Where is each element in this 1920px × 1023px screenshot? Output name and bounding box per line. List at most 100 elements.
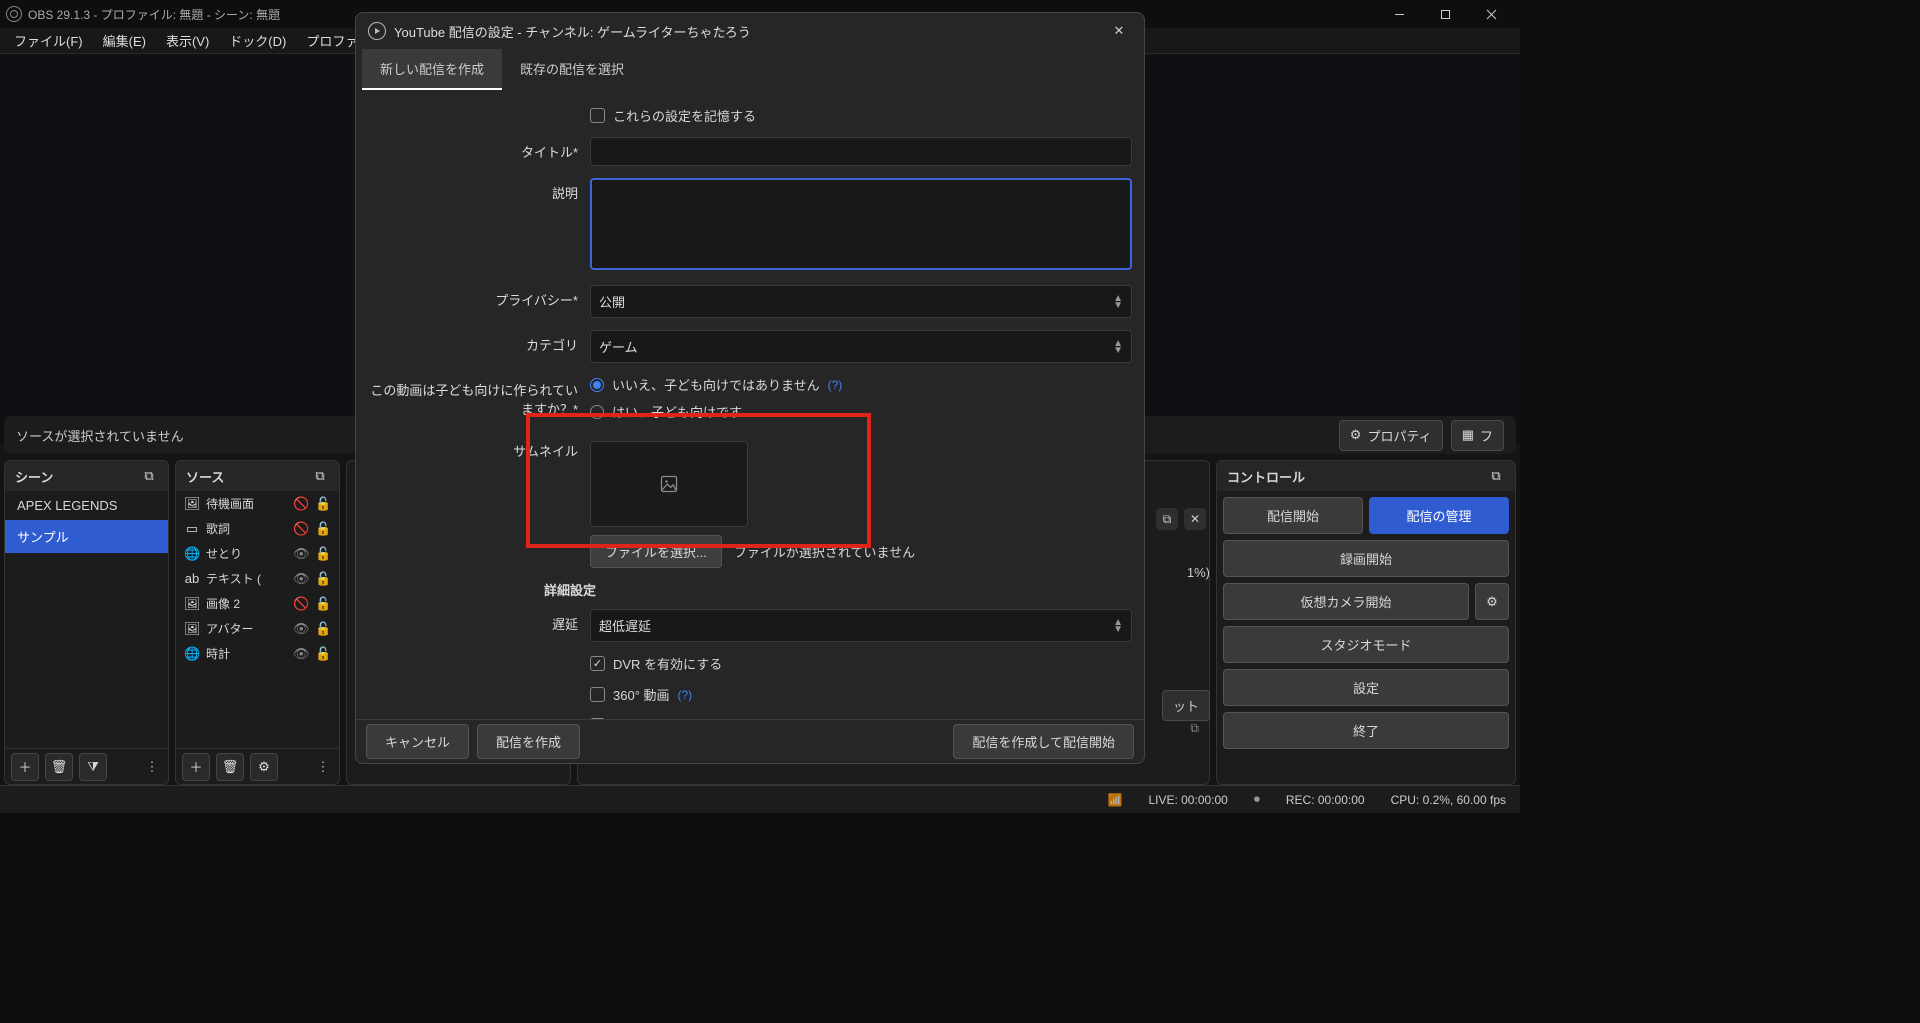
updown-icon: ▲▼	[1113, 340, 1123, 354]
kids-yes-radio[interactable]: はい、子ども向けです	[590, 402, 1132, 421]
studio-mode-button[interactable]: スタジオモード	[1223, 626, 1509, 663]
gear-icon: ⚙	[1350, 427, 1362, 443]
radio-unchecked-icon	[590, 405, 604, 419]
menu-edit[interactable]: 編集(E)	[93, 27, 156, 54]
updown-icon: ▲▼	[1113, 295, 1123, 309]
remember-label: これらの設定を記憶する	[613, 106, 756, 125]
source-item[interactable]: 🌐 せとり 👁 🔓	[176, 541, 339, 566]
add-scene-button[interactable]: ＋	[11, 753, 39, 781]
scenes-dock: シーン⧉ APEX LEGENDS サンプル ＋ 🗑 ⧩ ⋮	[4, 460, 169, 785]
sources-title: ソース	[186, 467, 224, 486]
popout-icon[interactable]: ⧉	[140, 467, 158, 485]
window-close-button[interactable]	[1468, 0, 1514, 28]
delete-scene-button[interactable]: 🗑	[45, 753, 73, 781]
virtual-camera-settings-button[interactable]: ⚙	[1475, 583, 1509, 620]
settings-button[interactable]: 設定	[1223, 669, 1509, 706]
youtube-icon	[368, 22, 386, 40]
visibility-toggle-icon[interactable]: 👁	[293, 621, 309, 637]
choose-file-button[interactable]: ファイルを選択...	[590, 535, 722, 568]
sources-list: 🖼 待機画面 🚫 🔓▭ 歌詞 🚫 🔓🌐 せとり 👁 🔓ab テキスト ( 👁 🔓…	[176, 491, 339, 748]
category-select[interactable]: ゲーム▲▼	[590, 330, 1132, 363]
create-broadcast-button[interactable]: 配信を作成	[477, 724, 580, 759]
source-item[interactable]: 🖼 待機画面 🚫 🔓	[176, 491, 339, 516]
start-streaming-button[interactable]: 配信開始	[1223, 497, 1363, 534]
scene-item[interactable]: APEX LEGENDS	[5, 491, 168, 520]
help-icon[interactable]: (?)	[828, 378, 843, 392]
source-item[interactable]: 🌐 時計 👁 🔓	[176, 641, 339, 666]
manage-stream-button[interactable]: 配信の管理	[1369, 497, 1509, 534]
source-more-button[interactable]: ⋮	[313, 753, 333, 781]
privacy-select[interactable]: 公開▲▼	[590, 285, 1132, 318]
filters-icon: ▦	[1462, 427, 1474, 443]
lock-icon[interactable]: 🔓	[315, 571, 331, 587]
start-recording-button[interactable]: 録画開始	[1223, 540, 1509, 577]
lock-icon[interactable]: 🔓	[315, 496, 331, 512]
latency-label: 遅延	[368, 609, 590, 633]
lock-icon[interactable]: 🔓	[315, 596, 331, 612]
obs-logo-icon	[6, 6, 22, 22]
source-label: 時計	[206, 645, 287, 662]
lock-icon[interactable]: 🔓	[315, 546, 331, 562]
window-minimize-button[interactable]	[1376, 0, 1422, 28]
kids-no-radio[interactable]: いいえ、子ども向けではありません (?)	[590, 375, 1132, 394]
popout-icon[interactable]: ⧉	[311, 467, 329, 485]
help-icon[interactable]: (?)	[678, 688, 693, 702]
popout-icon[interactable]: ⧉	[1156, 508, 1178, 530]
visibility-toggle-icon[interactable]: 🚫	[293, 521, 309, 537]
delete-source-button[interactable]: 🗑	[216, 753, 244, 781]
description-label: 説明	[368, 178, 590, 202]
dialog-close-button[interactable]: ✕	[1106, 18, 1132, 44]
properties-label: プロパティ	[1367, 426, 1431, 445]
sources-dock: ソース ⧉ 🖼 待機画面 🚫 🔓▭ 歌詞 🚫 🔓🌐 せとり 👁 🔓ab テキスト …	[175, 460, 340, 785]
source-type-icon: 🌐	[184, 646, 200, 662]
source-item[interactable]: 🖼 画像 2 🚫 🔓	[176, 591, 339, 616]
status-rec: REC: 00:00:00	[1286, 793, 1365, 807]
lock-icon[interactable]: 🔓	[315, 621, 331, 637]
visibility-toggle-icon[interactable]: 👁	[293, 571, 309, 587]
lock-icon[interactable]: 🔓	[315, 521, 331, 537]
source-item[interactable]: 🖼 アバター 👁 🔓	[176, 616, 339, 641]
properties-button[interactable]: ⚙ プロパティ	[1339, 420, 1443, 451]
checkbox-icon	[590, 687, 605, 702]
visibility-toggle-icon[interactable]: 🚫	[293, 596, 309, 612]
thumbnail-preview[interactable]	[590, 441, 748, 527]
remember-settings-checkbox[interactable]: これらの設定を記憶する	[590, 106, 1132, 125]
lock-icon[interactable]: 🔓	[315, 646, 331, 662]
close-icon[interactable]: ✕	[1184, 508, 1206, 530]
controls-title: コントロール	[1227, 467, 1305, 486]
exit-button[interactable]: 終了	[1223, 712, 1509, 749]
scene-more-button[interactable]: ⋮	[142, 753, 162, 781]
source-label: 画像 2	[206, 595, 287, 612]
dvr-checkbox[interactable]: DVR を有効にする	[590, 654, 1132, 673]
title-input[interactable]	[590, 137, 1132, 166]
source-item[interactable]: ▭ 歌詞 🚫 🔓	[176, 516, 339, 541]
popout-icon[interactable]: ⧉	[1487, 467, 1505, 485]
status-bar: 📶 LIVE: 00:00:00 ⏺ REC: 00:00:00 CPU: 0.…	[0, 785, 1520, 813]
tab-create-new[interactable]: 新しい配信を作成	[362, 49, 502, 90]
video-360-checkbox[interactable]: 360° 動画 (?)	[590, 685, 1132, 704]
virtual-camera-button[interactable]: 仮想カメラ開始	[1223, 583, 1469, 620]
latency-select[interactable]: 超低遅延▲▼	[590, 609, 1132, 642]
source-item[interactable]: ab テキスト ( 👁 🔓	[176, 566, 339, 591]
window-maximize-button[interactable]	[1422, 0, 1468, 28]
create-and-start-button[interactable]: 配信を作成して配信開始	[953, 724, 1134, 759]
title-label: タイトル*	[368, 137, 590, 161]
tab-select-existing[interactable]: 既存の配信を選択	[502, 49, 642, 90]
visibility-toggle-icon[interactable]: 👁	[293, 546, 309, 562]
menu-view[interactable]: 表示(V)	[156, 27, 219, 54]
filters-label: フ	[1480, 426, 1493, 445]
source-type-icon: ab	[184, 571, 200, 586]
add-source-button[interactable]: ＋	[182, 753, 210, 781]
menu-file[interactable]: ファイル(F)	[4, 27, 93, 54]
description-input[interactable]	[590, 178, 1132, 270]
menu-dock[interactable]: ドック(D)	[219, 27, 296, 54]
scene-item[interactable]: サンプル	[5, 520, 168, 553]
radio-checked-icon	[590, 378, 604, 392]
source-settings-button[interactable]: ⚙	[250, 753, 278, 781]
filters-button[interactable]: ▦ フ	[1451, 420, 1504, 451]
visibility-toggle-icon[interactable]: 🚫	[293, 496, 309, 512]
cancel-button[interactable]: キャンセル	[366, 724, 469, 759]
category-label: カテゴリ	[368, 330, 590, 354]
visibility-toggle-icon[interactable]: 👁	[293, 646, 309, 662]
scene-filter-button[interactable]: ⧩	[79, 753, 107, 781]
